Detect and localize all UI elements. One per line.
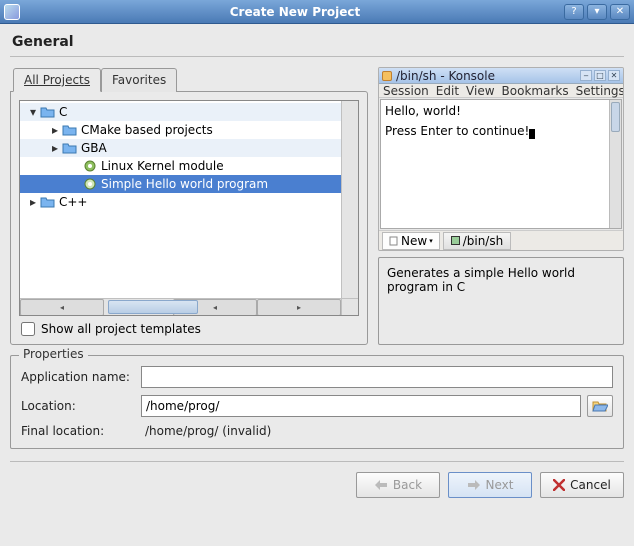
konsole-scrollbar <box>609 100 621 228</box>
project-tree[interactable]: ▾C▸CMake based projects▸GBALinux Kernel … <box>19 100 359 316</box>
konsole-new-button: New ▾ <box>382 232 440 250</box>
location-label: Location: <box>21 399 135 413</box>
description-box: Generates a simple Hello world program i… <box>378 257 624 345</box>
app-icon <box>4 4 20 20</box>
tab-all-projects[interactable]: All Projects <box>13 68 101 92</box>
properties-group: Properties Application name: Location: F… <box>10 355 624 449</box>
tree-item-label: CMake based projects <box>81 123 213 137</box>
back-button[interactable]: Back <box>356 472 440 498</box>
konsole-menu-item: Edit <box>436 84 459 98</box>
scrollbar-vertical[interactable] <box>341 101 358 298</box>
chevron-down-icon[interactable]: ▾ <box>28 107 38 117</box>
cancel-icon <box>553 479 565 491</box>
location-input[interactable] <box>141 395 581 417</box>
titlebar: Create New Project ? ▾ ✕ <box>0 0 634 24</box>
konsole-tab: /bin/sh <box>443 232 512 250</box>
chevron-right-icon[interactable]: ▸ <box>50 125 60 135</box>
scroll-corner <box>341 298 358 315</box>
properties-legend: Properties <box>19 347 88 361</box>
tree-item[interactable]: ▸ GBA <box>20 139 341 157</box>
tree-item[interactable]: ▾C <box>20 103 341 121</box>
app-name-label: Application name: <box>21 370 135 384</box>
tab-favorites[interactable]: Favorites <box>101 68 177 92</box>
help-button[interactable]: ? <box>564 4 584 20</box>
term-line: Hello, world! <box>385 104 617 120</box>
gear-icon <box>82 176 98 192</box>
description-text: Generates a simple Hello world program i… <box>387 266 575 294</box>
folder-icon <box>62 122 78 138</box>
term-line: Press Enter to continue! <box>385 124 529 138</box>
konsole-menu-item: Settings <box>576 84 624 98</box>
app-name-input[interactable] <box>141 366 613 388</box>
tree-item[interactable]: Simple Hello world program <box>20 175 341 193</box>
tree-item[interactable]: ▸ C++ <box>20 193 341 211</box>
show-all-label: Show all project templates <box>41 322 201 336</box>
konsole-menu: SessionEditViewBookmarksSettingsHelp <box>379 84 623 98</box>
tree-item-label: GBA <box>81 141 107 155</box>
browse-button[interactable] <box>587 395 613 417</box>
konsole-menu-item: Bookmarks <box>502 84 569 98</box>
tree-item[interactable]: ▸ CMake based projects <box>20 121 341 139</box>
scrollbar-horizontal[interactable]: ◂ ◂ ▸ <box>20 298 341 315</box>
konsole-max-icon: □ <box>594 70 606 81</box>
cancel-button[interactable]: Cancel <box>540 472 624 498</box>
terminal-icon <box>451 236 460 245</box>
next-button[interactable]: Next <box>448 472 532 498</box>
section-title: General <box>10 30 624 57</box>
tree-item-label: C++ <box>59 195 88 209</box>
preview-image: /bin/sh - Konsole ‒ □ ✕ Session Edit View B… <box>378 67 624 251</box>
folder-icon <box>40 104 56 120</box>
konsole-terminal: Hello, world! Press Enter to continue! <box>380 99 622 229</box>
tree-item-label: C <box>59 105 67 119</box>
collapse-button[interactable]: ▾ <box>587 4 607 20</box>
scroll-thumb[interactable] <box>108 300 198 314</box>
konsole-title: /bin/sh - Konsole <box>396 69 580 83</box>
window-title: Create New Project <box>26 5 564 19</box>
tree-item[interactable]: Linux Kernel module <box>20 157 341 175</box>
folder-icon <box>62 140 78 156</box>
scroll-right-button[interactable]: ▸ <box>257 299 341 316</box>
tree-item-label: Simple Hello world program <box>101 177 268 191</box>
show-all-checkbox[interactable] <box>21 322 35 336</box>
arrow-left-icon <box>374 479 388 491</box>
project-tabs: All Projects Favorites ▾C▸CMake based pr… <box>10 67 368 345</box>
scroll-left-button[interactable]: ◂ <box>20 299 104 316</box>
chevron-right-icon[interactable]: ▸ <box>28 197 38 207</box>
close-button[interactable]: ✕ <box>610 4 630 20</box>
konsole-menu-item: View <box>466 84 494 98</box>
konsole-close-icon: ✕ <box>608 70 620 81</box>
gear-icon <box>82 158 98 174</box>
tree-item-label: Linux Kernel module <box>101 159 224 173</box>
arrow-right-icon <box>467 479 481 491</box>
konsole-menu-item: Session <box>383 84 429 98</box>
konsole-icon <box>382 71 392 81</box>
konsole-min-icon: ‒ <box>580 70 592 81</box>
cursor-icon <box>529 129 535 139</box>
final-location-label: Final location: <box>21 424 135 438</box>
page-icon <box>389 236 399 246</box>
folder-open-icon <box>592 399 608 413</box>
chevron-right-icon[interactable]: ▸ <box>50 143 60 153</box>
folder-icon <box>40 194 56 210</box>
final-location-value: /home/prog/ (invalid) <box>141 424 613 438</box>
